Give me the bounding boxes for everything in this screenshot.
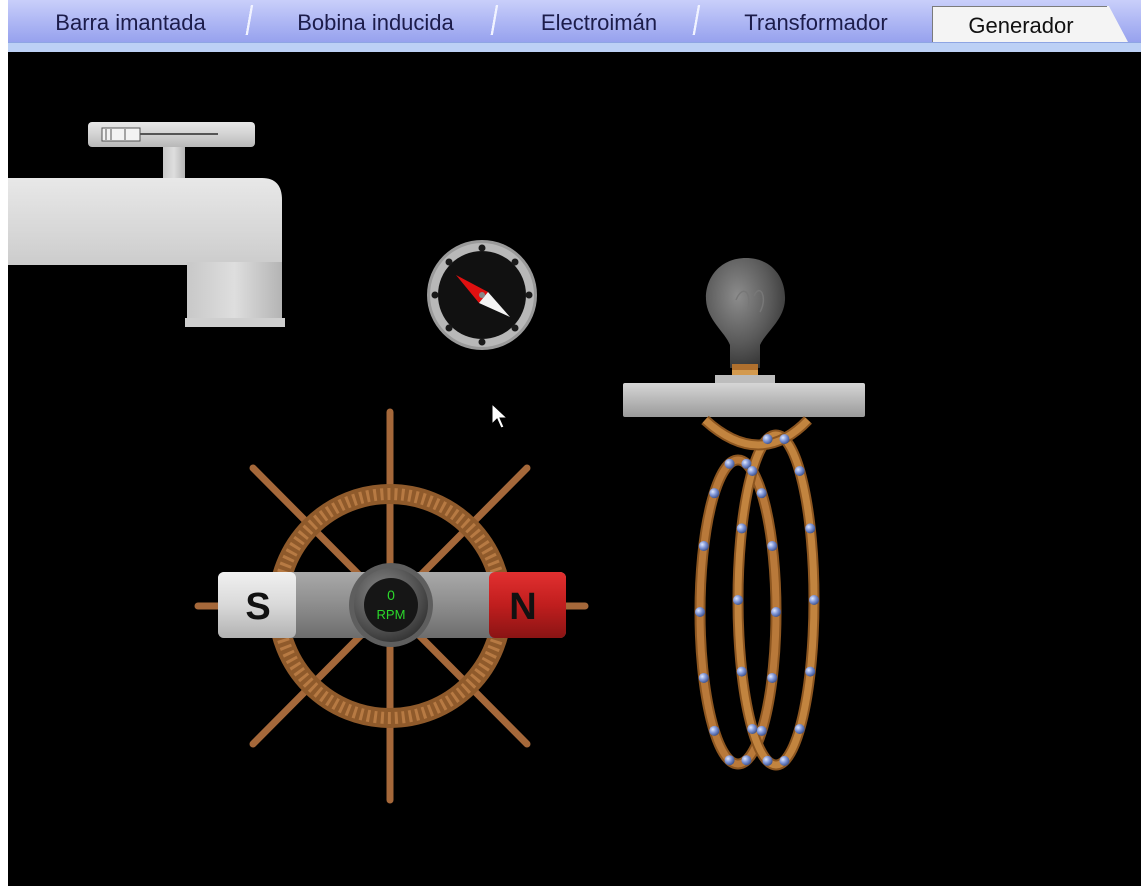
coil-bead xyxy=(805,523,816,534)
coil-bead xyxy=(695,607,705,617)
faucet-icon[interactable] xyxy=(8,122,285,327)
coil-bead xyxy=(709,725,720,736)
tab-label: Barra imantada xyxy=(55,9,206,35)
coil-bead xyxy=(736,523,747,534)
coil-bead xyxy=(779,434,790,445)
tab-generador[interactable]: Generador xyxy=(932,6,1131,45)
magnet-north-label: N xyxy=(509,586,536,628)
coil-bead xyxy=(805,666,816,677)
coil-bead xyxy=(771,607,781,617)
coil-bead xyxy=(762,434,773,445)
rpm-unit-label: RPM xyxy=(377,607,406,622)
coil-bead xyxy=(733,595,743,605)
coil-bead xyxy=(794,724,805,735)
coil-bead xyxy=(756,725,767,736)
tab-bobina-inducida[interactable]: Bobina inducida xyxy=(253,5,500,40)
tab-bar: Barra imantada Bobina inducida Electroim… xyxy=(0,0,1141,53)
coil-bead xyxy=(767,672,778,683)
tab-label: Bobina inducida xyxy=(297,9,454,35)
tab-label: Generador xyxy=(968,13,1074,38)
tab-label: Transformador xyxy=(744,9,888,35)
coil-bead xyxy=(767,541,778,552)
faucet-flow-slider[interactable] xyxy=(101,127,141,142)
tab-transformador[interactable]: Transformador xyxy=(700,5,932,40)
coil-bead xyxy=(736,666,747,677)
coil-bead xyxy=(724,755,735,766)
bulb-base-plate xyxy=(623,383,865,417)
tab-electroiman[interactable]: Electroimán xyxy=(498,5,702,40)
coil-bead xyxy=(709,488,720,499)
coil-bead xyxy=(698,672,709,683)
cursor-arrow-icon xyxy=(491,402,509,429)
generator-simulation-window: Barra imantada Bobina inducida Electroim… xyxy=(0,0,1141,886)
rpm-value: 0 xyxy=(387,587,395,603)
tab-barra-imantada[interactable]: Barra imantada xyxy=(8,5,255,40)
magnet-south-label: S xyxy=(245,586,270,628)
coil-bead xyxy=(741,755,752,766)
light-bulb-icon xyxy=(623,258,865,417)
tachometer-gauge: 0 RPM xyxy=(349,563,433,647)
coil-bead xyxy=(747,724,758,735)
tab-slant xyxy=(1107,6,1131,45)
coil-bead xyxy=(747,465,758,476)
coil-bead xyxy=(762,755,773,766)
coil-bead xyxy=(794,465,805,476)
compass-icon xyxy=(427,240,537,350)
coil-bead xyxy=(809,595,819,605)
simulation-canvas[interactable]: S N 0 RPM xyxy=(8,52,1141,886)
coil-bead xyxy=(779,755,790,766)
tab-label: Electroimán xyxy=(540,9,658,35)
coil-bead xyxy=(698,541,709,552)
coil-bead xyxy=(724,458,735,469)
coil-bead xyxy=(756,488,767,499)
